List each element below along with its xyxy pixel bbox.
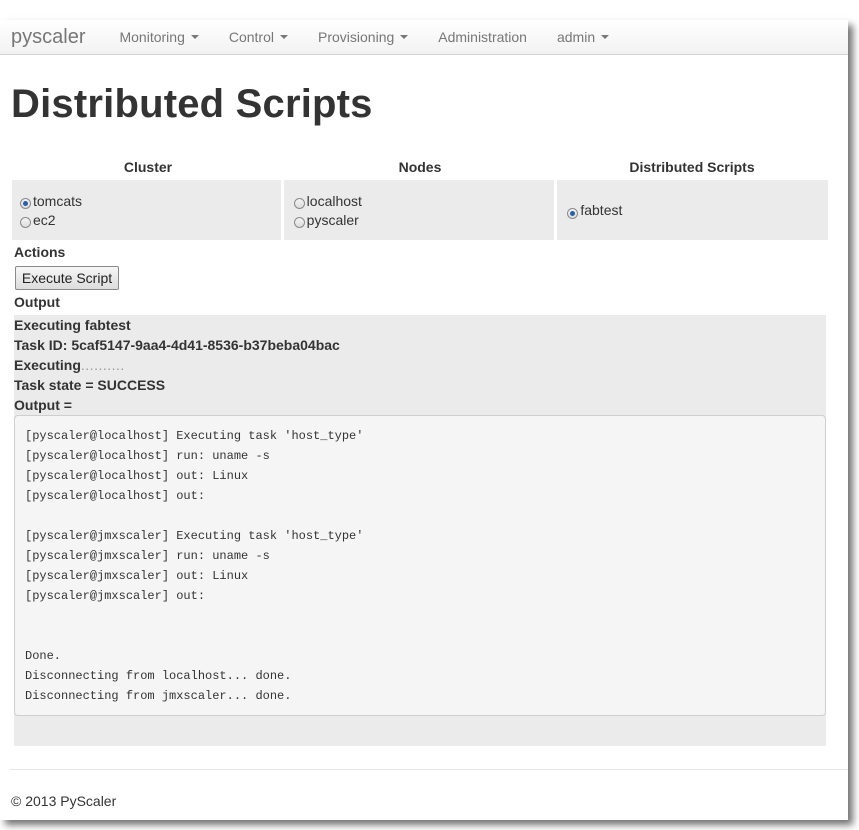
- footer-copyright: © 2013 PyScaler: [11, 793, 117, 809]
- cluster-cell: tomcats ec2: [12, 180, 281, 240]
- script-output-log[interactable]: [pyscaler@localhost] Executing task 'hos…: [14, 415, 826, 716]
- executing-line: Executing fabtest: [14, 317, 131, 333]
- header-distributed-scripts: Distributed Scripts: [629, 159, 755, 175]
- execute-script-button[interactable]: Execute Script: [15, 266, 119, 290]
- cluster-option-label: tomcats: [33, 192, 83, 209]
- nav-user-menu[interactable]: admin: [556, 29, 610, 45]
- node-option-label: pyscaler: [306, 211, 359, 228]
- nav-user-label: admin: [556, 29, 596, 45]
- selection-table: Cluster Nodes Distributed Scripts tomcat…: [12, 158, 829, 240]
- radio-tomcats[interactable]: [20, 198, 31, 209]
- scripts-cell: fabtest: [557, 180, 829, 240]
- page-title: Distributed Scripts: [11, 82, 373, 126]
- script-option-label: fabtest: [580, 202, 623, 218]
- nav-monitoring-label: Monitoring: [119, 29, 185, 45]
- header-cluster: Cluster: [123, 159, 173, 175]
- radio-ec2[interactable]: [20, 217, 31, 228]
- node-option-localhost[interactable]: localhost: [293, 191, 547, 210]
- cluster-option-label: ec2: [33, 211, 56, 228]
- task-id-line: Task ID: 5caf5147-9aa4-4d41-8536-b37beba…: [14, 337, 340, 353]
- nav-provisioning[interactable]: Provisioning: [318, 29, 409, 45]
- selection-table-header: Cluster Nodes Distributed Scripts: [12, 158, 828, 180]
- executing-progress-line: Executing..........: [14, 355, 826, 375]
- brand-link[interactable]: pyscaler: [11, 20, 85, 55]
- caret-down-icon: [601, 35, 610, 39]
- actions-label: Actions: [14, 244, 66, 260]
- executing-progress-label: Executing: [14, 357, 81, 373]
- progress-dots: ..........: [80, 357, 125, 373]
- caret-down-icon: [190, 35, 199, 39]
- caret-down-icon: [400, 35, 409, 39]
- task-state-line: Task state = SUCCESS: [14, 377, 166, 393]
- node-option-label: localhost: [306, 192, 362, 209]
- node-option-pyscaler[interactable]: pyscaler: [293, 210, 547, 229]
- footer-divider: [10, 769, 848, 770]
- output-panel: Executing fabtest Task ID: 5caf5147-9aa4…: [14, 315, 826, 746]
- nav-control[interactable]: Control: [229, 29, 288, 45]
- radio-localhost[interactable]: [293, 198, 305, 209]
- nav-administration[interactable]: Administration: [438, 29, 527, 45]
- script-option-fabtest[interactable]: fabtest: [567, 200, 820, 220]
- radio-fabtest[interactable]: [567, 207, 579, 219]
- output-equals-line: Output =: [14, 397, 72, 413]
- header-nodes: Nodes: [398, 159, 442, 175]
- nodes-cell: localhost pyscaler: [283, 180, 555, 240]
- cluster-option-ec2[interactable]: ec2: [20, 210, 273, 229]
- browser-window: pyscaler Monitoring Control Provisioning…: [0, 20, 848, 820]
- cluster-option-tomcats[interactable]: tomcats: [20, 191, 273, 210]
- caret-down-icon: [280, 35, 288, 39]
- radio-pyscaler[interactable]: [293, 217, 305, 228]
- navbar: pyscaler Monitoring Control Provisioning…: [0, 20, 848, 55]
- selection-table-row: tomcats ec2 localhost pyscaler fabtest: [12, 180, 829, 240]
- output-label: Output: [14, 294, 60, 310]
- nav-monitoring[interactable]: Monitoring: [119, 29, 199, 45]
- nav-control-label: Control: [228, 29, 274, 45]
- nav-administration-label: Administration: [438, 29, 527, 45]
- nav-provisioning-label: Provisioning: [318, 29, 395, 45]
